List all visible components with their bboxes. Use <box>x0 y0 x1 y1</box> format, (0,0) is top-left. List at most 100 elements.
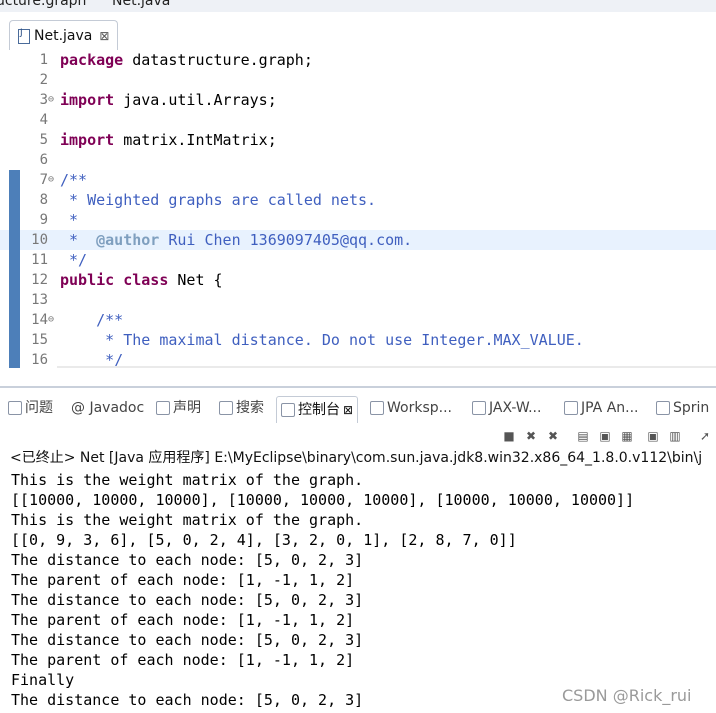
line-number: 15 <box>31 332 48 348</box>
view-tab-8[interactable]: JPA An... <box>564 395 639 421</box>
code-text: * <box>60 210 78 230</box>
code-line[interactable]: 3 ⊖ import java.util.Arrays; <box>0 90 716 110</box>
bottom-view-tabs: 问题 @ Javadoc 声明 搜索 控制台 ⊠ Worksp... JAX-W... JPA … <box>0 395 716 423</box>
editor-tab-label: Net.java <box>34 28 93 44</box>
code-text: */ <box>60 250 87 270</box>
scroll-left-icon[interactable]: < <box>63 366 74 368</box>
breadcrumb-file: Net.java <box>112 0 171 9</box>
line-number: 8 <box>39 192 48 208</box>
code-comment: /** <box>60 171 88 189</box>
view-tab-9[interactable]: Sprin <box>656 395 709 421</box>
declaration-icon <box>156 401 170 415</box>
code-line[interactable]: 4 <box>0 110 716 130</box>
view-tab-2[interactable]: @ Javadoc <box>71 395 144 421</box>
editor-lines: 1 package datastructure.graph; 2 3 ⊖ import j… <box>0 50 716 368</box>
view-tab-5[interactable]: 控制台 ⊠ <box>276 396 359 423</box>
terminate-icon[interactable]: ■ <box>500 427 518 445</box>
line-number: 1 <box>39 52 48 68</box>
console-line: The distance to each node: [5, 0, 2, 3] <box>11 631 364 649</box>
remove-launch-icon[interactable]: ✖ <box>522 427 540 445</box>
fold-toggle-icon[interactable]: ⊖ <box>48 90 58 110</box>
line-number: 16 <box>31 352 48 368</box>
code-line[interactable]: 13 <box>0 290 716 310</box>
java-file-icon <box>18 28 30 44</box>
open-console-icon[interactable]: ➚ <box>696 427 714 445</box>
remove-all-icon[interactable]: ✖ <box>544 427 562 445</box>
close-icon[interactable]: ⊠ <box>343 397 353 423</box>
view-tab-4[interactable]: 搜索 <box>219 395 264 421</box>
console-toolbar: ■ ✖ ✖ ▤ ▣ ▦ ▣ ▥ ➚ <box>500 425 716 447</box>
line-number: 3 <box>39 92 48 108</box>
console-line: [[0, 9, 3, 6], [5, 0, 2, 4], [3, 2, 0, 1… <box>11 531 517 549</box>
display-console-icon[interactable]: ▥ <box>666 427 684 445</box>
window-title-strip: ucture.graph Net.java <box>0 0 716 12</box>
code-text: import java.util.Arrays; <box>60 90 277 110</box>
clear-console-icon[interactable]: ▤ <box>574 427 592 445</box>
breadcrumb-package: ucture.graph <box>0 0 87 9</box>
code-line[interactable]: 15 * The maximal distance. Do not use In… <box>0 330 716 350</box>
line-number: 9 <box>39 212 48 228</box>
code-token: Net { <box>177 271 223 289</box>
code-comment: * Weighted graphs are called nets. <box>60 191 377 209</box>
code-text: * The maximal distance. Do not use Integ… <box>60 330 584 350</box>
code-line[interactable]: 5 import matrix.IntMatrix; <box>0 130 716 150</box>
code-line[interactable]: 10 * @author Rui Chen 1369097405@qq.com. <box>0 230 716 250</box>
fold-toggle-icon[interactable]: ⊖ <box>48 170 58 190</box>
code-editor[interactable]: 1 package datastructure.graph; 2 3 ⊖ import j… <box>0 50 716 368</box>
horizontal-scrollbar[interactable]: < <box>57 366 716 368</box>
console-line: This is the weight matrix of the graph. <box>11 471 364 489</box>
console-output[interactable]: <已终止> Net [Java 应用程序] E:\MyEclipse\binar… <box>0 448 716 713</box>
jaxws-icon <box>472 401 486 415</box>
view-tab-3[interactable]: 声明 <box>156 395 201 421</box>
scroll-lock-icon[interactable]: ▣ <box>596 427 614 445</box>
code-comment: * The maximal distance. Do not use Integ… <box>60 331 584 349</box>
code-line[interactable]: 11 */ <box>0 250 716 270</box>
view-tab-6[interactable]: Worksp... <box>370 395 452 421</box>
console-icon <box>281 403 295 417</box>
view-tab-label: @ Javadoc <box>71 400 145 416</box>
line-number: 13 <box>31 292 48 308</box>
pin-console-icon[interactable]: ▣ <box>644 427 662 445</box>
code-text: /** <box>60 310 123 330</box>
code-comment: * <box>60 231 88 249</box>
console-line: The distance to each node: [5, 0, 2, 3] <box>11 691 364 709</box>
code-keyword: import <box>60 131 115 149</box>
view-tab-7[interactable]: JAX-W... <box>472 395 541 421</box>
code-text: package datastructure.graph; <box>60 50 313 70</box>
view-tab-1[interactable]: 问题 <box>8 395 53 421</box>
code-text: import matrix.IntMatrix; <box>60 130 277 150</box>
close-icon[interactable]: ⊠ <box>99 29 109 43</box>
console-lines: This is the weight matrix of the graph. [… <box>11 470 634 710</box>
code-keyword: class <box>123 271 169 289</box>
console-line: The distance to each node: [5, 0, 2, 3] <box>11 551 364 569</box>
console-line: The parent of each node: [1, -1, 1, 2] <box>11 651 355 669</box>
code-text: public class Net { <box>60 270 223 290</box>
code-line[interactable]: 8 * Weighted graphs are called nets. <box>0 190 716 210</box>
code-text: * @author Rui Chen 1369097405@qq.com. <box>60 230 412 250</box>
code-line[interactable]: 12 public class Net { <box>0 270 716 290</box>
fold-toggle-icon[interactable]: ⊖ <box>48 310 58 330</box>
console-line: Finally <box>11 671 75 689</box>
code-comment: */ <box>60 251 88 269</box>
code-line[interactable]: 7 ⊖/** <box>0 170 716 190</box>
view-tab-label: 问题 <box>25 400 53 416</box>
line-number: 14 <box>31 312 48 328</box>
code-comment: * <box>60 211 79 229</box>
code-line[interactable]: 2 <box>0 70 716 90</box>
code-line[interactable]: 9 * <box>0 210 716 230</box>
code-line[interactable]: 14 ⊖ /** <box>0 310 716 330</box>
code-line[interactable]: 6 <box>0 150 716 170</box>
editor-tab-net-java[interactable]: Net.java ⊠ <box>9 20 119 51</box>
view-tab-label: Sprin <box>673 400 710 416</box>
search-icon <box>219 401 233 415</box>
view-tab-label: 控制台 <box>298 402 340 418</box>
code-keyword: public <box>60 271 115 289</box>
code-line[interactable]: 1 package datastructure.graph; <box>0 50 716 70</box>
word-wrap-icon[interactable]: ▦ <box>618 427 636 445</box>
line-number: 2 <box>39 72 48 88</box>
code-token: matrix.IntMatrix; <box>123 131 277 149</box>
console-line: The parent of each node: [1, -1, 1, 2] <box>11 571 355 589</box>
jpa-icon <box>564 401 578 415</box>
line-number: 4 <box>39 112 48 128</box>
line-number: 5 <box>39 132 48 148</box>
